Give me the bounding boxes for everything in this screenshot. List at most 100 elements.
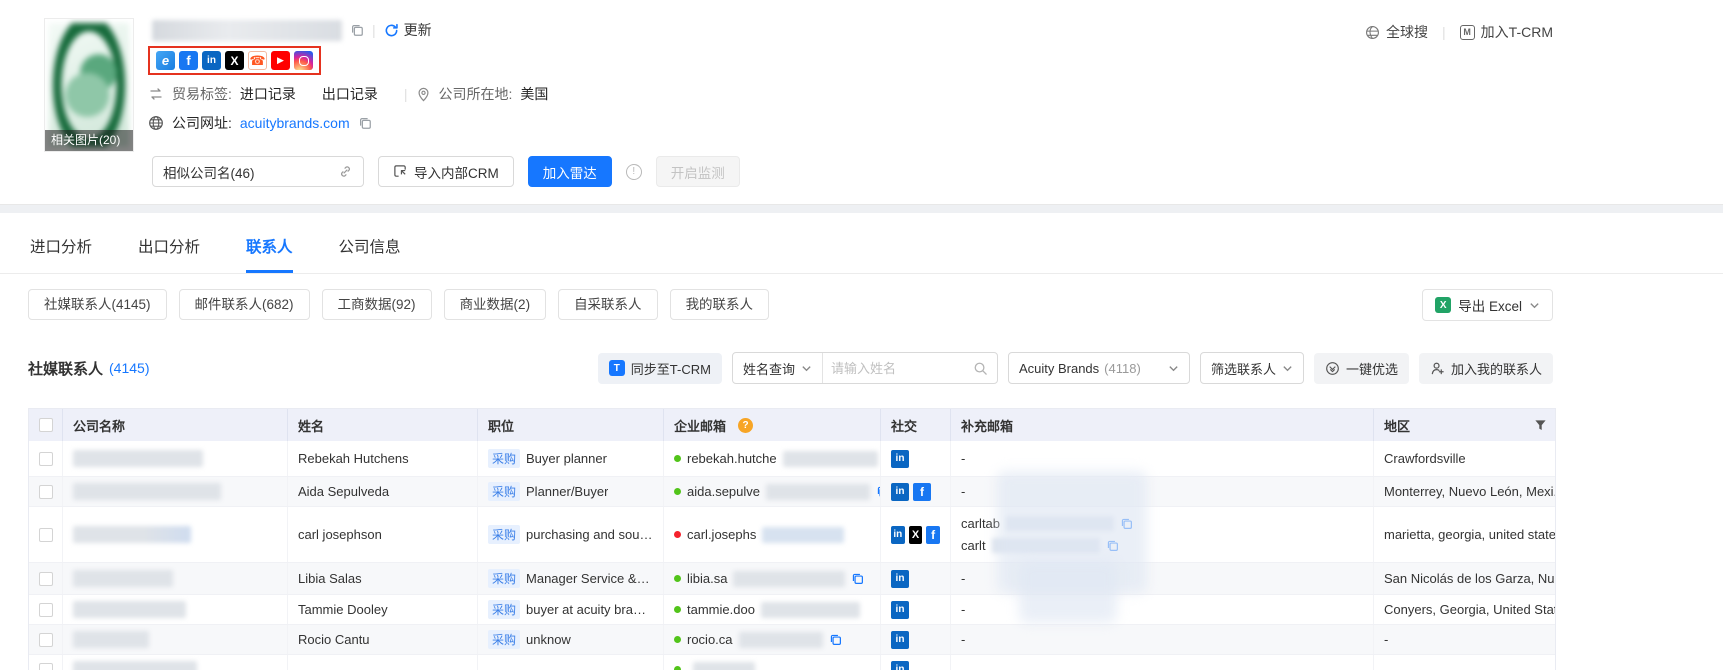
similar-companies-select[interactable]: 相似公司名(46) — [152, 156, 364, 187]
redacted-email — [761, 602, 860, 618]
region-text: Crawfordsville — [1374, 441, 1556, 476]
location-value: 美国 — [520, 84, 548, 104]
website-link[interactable]: acuitybrands.com — [240, 115, 350, 131]
facebook-icon[interactable]: f — [926, 526, 940, 544]
help-icon[interactable]: ? — [738, 418, 753, 433]
trade-tag-export[interactable]: 出口记录 — [322, 84, 378, 104]
linkedin-icon[interactable]: in — [891, 661, 909, 670]
table-row: Rebekah Hutchens 采购 Buyer planner rebeka… — [29, 441, 1555, 477]
contact-filter-button[interactable]: 我的联系人 — [670, 289, 770, 320]
import-internal-crm-button[interactable]: 导入内部CRM — [378, 156, 514, 187]
region-text: marietta, georgia, united states — [1374, 507, 1556, 562]
copy-email-icon[interactable] — [829, 633, 842, 646]
chevron-down-icon — [1282, 363, 1293, 374]
filter-contacts-dropdown[interactable]: 筛选联系人 — [1200, 352, 1304, 384]
contacts-section: 进口分析 出口分析 联系人 公司信息 社媒联系人(4145) 邮件联系人(682… — [0, 213, 1723, 670]
divider: | — [404, 86, 408, 102]
link-icon — [338, 164, 353, 179]
chevron-down-icon — [1168, 363, 1179, 374]
contact-filter-button[interactable]: 邮件联系人(682) — [179, 289, 310, 320]
facebook-icon[interactable]: f — [913, 483, 931, 501]
x-twitter-icon[interactable]: X — [909, 526, 923, 544]
social-links-box: e f in X ☎ ▶ — [148, 46, 321, 75]
x-twitter-icon[interactable]: X — [225, 51, 244, 70]
contact-filter-button[interactable]: 自采联系人 — [558, 289, 658, 320]
refresh-button[interactable]: 更新 — [384, 20, 432, 40]
row-checkbox[interactable] — [39, 572, 53, 586]
contact-filter-button[interactable]: 社媒联系人(4145) — [28, 289, 167, 320]
row-checkbox[interactable] — [39, 603, 53, 617]
add-person-icon — [1430, 361, 1445, 376]
quick-select-button[interactable]: 一键优选 — [1314, 353, 1409, 384]
facebook-icon[interactable]: f — [179, 51, 198, 70]
region-text: - — [1374, 625, 1556, 654]
row-checkbox[interactable] — [39, 528, 53, 542]
column-social: 社交 — [881, 409, 951, 441]
row-checkbox[interactable] — [39, 633, 53, 647]
copy-website-icon[interactable] — [358, 116, 372, 130]
global-search-button[interactable]: 全球搜 — [1365, 22, 1428, 42]
redacted-company-name — [73, 450, 203, 467]
linkedin-icon[interactable]: in — [891, 526, 905, 544]
select-all-checkbox[interactable] — [39, 418, 53, 432]
sync-to-tcrm-button[interactable]: T 同步至T-CRM — [598, 353, 722, 384]
linkedin-icon[interactable]: in — [891, 450, 909, 468]
column-email: 企业邮箱 ? — [664, 409, 881, 441]
youtube-icon[interactable]: ▶ — [271, 51, 290, 70]
copy-extra-email-icon[interactable] — [1120, 517, 1133, 530]
filter-funnel-icon[interactable] — [1534, 419, 1547, 432]
column-position: 职位 — [478, 409, 664, 441]
trade-tag-import[interactable]: 进口记录 — [240, 84, 296, 104]
tab[interactable]: 进口分析 — [30, 235, 92, 273]
row-checkbox[interactable] — [39, 663, 53, 670]
name-query-dropdown[interactable]: 姓名查询 — [733, 353, 823, 383]
region-text: Conyers, Georgia, United Stat... — [1374, 595, 1556, 624]
linkedin-icon[interactable]: in — [891, 483, 909, 501]
phone-icon[interactable]: ☎ — [248, 51, 267, 70]
contact-name: Tammie Dooley — [288, 595, 478, 624]
contact-name: carl josephson — [288, 507, 478, 562]
info-icon[interactable]: ! — [626, 164, 642, 180]
linkedin-icon[interactable]: in — [202, 51, 221, 70]
add-to-my-contacts-button[interactable]: 加入我的联系人 — [1419, 353, 1553, 384]
company-filter-select[interactable]: Acuity Brands (4118) — [1008, 352, 1190, 384]
global-search-icon — [1365, 25, 1380, 40]
row-checkbox[interactable] — [39, 485, 53, 499]
copy-email-icon[interactable] — [851, 572, 864, 585]
table-row: carl josephson 采购 purchasing and sourcin… — [29, 507, 1555, 563]
email-status-dot — [674, 575, 681, 582]
tab[interactable]: 联系人 — [246, 235, 293, 273]
table-toolbar: 社媒联系人 (4145) T 同步至T-CRM 姓名查询 — [28, 352, 1553, 384]
table-row: Rocio Cantu 采购 unknow rocio.ca — [29, 625, 1555, 655]
export-excel-button[interactable]: X 导出 Excel — [1422, 289, 1553, 321]
tab[interactable]: 公司信息 — [339, 235, 401, 273]
contact-name: Libia Salas — [288, 563, 478, 594]
row-checkbox[interactable] — [39, 452, 53, 466]
related-images-label[interactable]: 相关图片(20) — [45, 130, 133, 151]
linkedin-icon[interactable]: in — [891, 601, 909, 619]
tab[interactable]: 出口分析 — [138, 235, 200, 273]
name-search-input[interactable] — [823, 353, 973, 383]
start-monitor-button[interactable]: 开启监测 — [656, 156, 740, 187]
contact-filter-button[interactable]: 商业数据(2) — [444, 289, 547, 320]
copy-extra-email-icon[interactable] — [1106, 539, 1119, 552]
linkedin-icon[interactable]: in — [891, 570, 909, 588]
contact-filter-button[interactable]: 工商数据(92) — [322, 289, 432, 320]
trade-tags-icon — [148, 86, 164, 102]
join-radar-button[interactable]: 加入雷达 — [528, 156, 612, 187]
location-icon — [416, 87, 431, 102]
email-prefix: rocio.ca — [687, 632, 733, 647]
table-row: Libia Salas 采购 Manager Service & Invent.… — [29, 563, 1555, 595]
copy-company-name-icon[interactable] — [350, 23, 364, 37]
redacted-company-name — [73, 601, 186, 618]
internet-explorer-icon[interactable]: e — [156, 51, 175, 70]
contact-name: Rebekah Hutchens — [288, 441, 478, 476]
join-tcrm-button[interactable]: M 加入T-CRM — [1460, 22, 1553, 42]
company-logo[interactable]: 相关图片(20) — [44, 18, 134, 152]
linkedin-icon[interactable]: in — [891, 631, 909, 649]
globe-icon — [148, 115, 164, 131]
search-icon[interactable] — [973, 353, 997, 383]
instagram-icon[interactable] — [294, 51, 313, 70]
region-text — [1374, 655, 1556, 670]
contacts-table: 公司名称 姓名 职位 企业邮箱 ? 社交 补充邮箱 地区 — [28, 408, 1556, 670]
